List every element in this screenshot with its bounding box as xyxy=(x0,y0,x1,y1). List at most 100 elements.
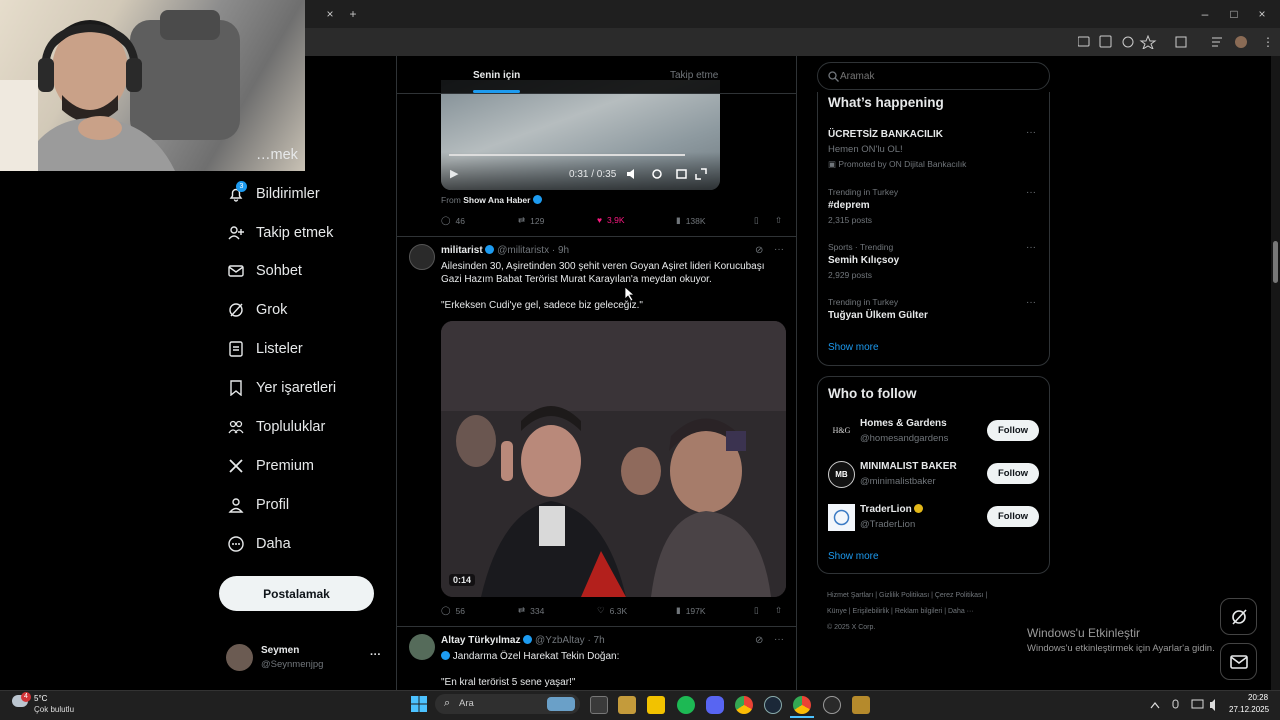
footer-line[interactable]: Hizmet Şartları | Gizlilik Politikası | … xyxy=(827,588,1047,604)
follow-button[interactable]: Follow xyxy=(987,463,1039,484)
repost-button[interactable]: ⇄ 129 xyxy=(518,215,544,226)
tab-for-you[interactable]: Senin için xyxy=(473,70,520,81)
bookmark-icon[interactable]: ▯ xyxy=(754,605,759,616)
search-box[interactable] xyxy=(817,62,1050,90)
nav-premium[interactable]: Premium xyxy=(228,454,314,478)
scrollbar-thumb[interactable] xyxy=(1273,241,1278,283)
account-handle[interactable]: @TraderLion xyxy=(860,519,915,530)
views-stat[interactable]: ▮ 197K xyxy=(676,605,706,616)
avatar[interactable] xyxy=(409,634,435,660)
app-icon[interactable] xyxy=(852,696,870,714)
show-more-link[interactable]: Show more xyxy=(828,551,879,562)
chrome-icon[interactable] xyxy=(793,696,811,714)
app-icon[interactable] xyxy=(823,696,841,714)
avatar[interactable]: H&G xyxy=(828,417,855,444)
nav-follow[interactable]: Takip etmek xyxy=(228,221,333,245)
clock-date[interactable]: 27.12.2025 xyxy=(1229,705,1269,714)
close-window-icon[interactable]: × xyxy=(1252,4,1272,24)
tweet-video[interactable]: ▶ 0:31 / 0:35 xyxy=(441,80,720,190)
close-tab-icon[interactable]: × xyxy=(320,4,340,24)
tweet-time[interactable]: · 9h xyxy=(552,245,569,256)
maximize-icon[interactable]: □ xyxy=(1224,4,1244,24)
nav-notifications[interactable]: 3 Bildirimler xyxy=(228,181,320,206)
browser-extension-icons[interactable] xyxy=(1078,35,1248,49)
account-switcher[interactable]: Seymen @Seynmenjpg ··· xyxy=(226,643,386,673)
system-tray-icons[interactable] xyxy=(1148,698,1238,712)
spotify-icon[interactable] xyxy=(677,696,695,714)
trend-item[interactable]: Trending in Turkey #deprem 2,315 posts ·… xyxy=(818,182,1049,230)
clock-time[interactable]: 20:28 xyxy=(1248,693,1268,702)
avatar[interactable]: MB xyxy=(828,461,855,488)
reply-button[interactable]: ◯ 56 xyxy=(441,605,465,616)
more-icon[interactable]: ··· xyxy=(1026,242,1036,253)
avatar[interactable] xyxy=(828,504,855,531)
more-icon[interactable]: ··· xyxy=(1026,187,1036,198)
video-progress-bar[interactable] xyxy=(449,154,685,156)
account-handle[interactable]: @homesandgardens xyxy=(860,433,948,444)
taskbar-search[interactable]: ⌕ Ara xyxy=(435,694,580,714)
task-view-icon[interactable] xyxy=(590,696,608,714)
repost-button[interactable]: ⇄ 334 xyxy=(518,605,544,616)
more-icon[interactable]: ··· xyxy=(774,244,784,255)
nav-lists[interactable]: Listeler xyxy=(228,337,303,361)
more-icon[interactable]: ··· xyxy=(1026,297,1036,308)
trend-item[interactable]: ÜCRETSİZ BANKACILIK Hemen ON'lu OL! ▣ Pr… xyxy=(818,124,1049,172)
play-icon[interactable]: ▶ xyxy=(450,167,458,180)
video-control-icons[interactable] xyxy=(627,168,713,180)
more-icon[interactable]: ··· xyxy=(1026,127,1036,138)
reply-button[interactable]: ◯ 46 xyxy=(441,215,465,226)
more-icon[interactable]: ··· xyxy=(774,634,784,645)
nav-more[interactable]: Daha xyxy=(228,532,291,556)
post-button[interactable]: Postalamak xyxy=(219,576,374,611)
search-input[interactable] xyxy=(840,68,1040,84)
author-name[interactable]: militarist xyxy=(441,245,483,256)
nav-communities[interactable]: Topluluklar xyxy=(228,415,325,439)
nav-explore[interactable]: …mek xyxy=(228,143,298,167)
account-handle[interactable]: @minimalistbaker xyxy=(860,476,936,487)
bookmark-icon[interactable]: ▯ xyxy=(754,215,759,226)
trend-item[interactable]: Sports · Trending Semih Kılıçsoy 2,929 p… xyxy=(818,237,1049,285)
nav-bookmarks[interactable]: Yer işaretleri xyxy=(228,376,336,400)
author-name[interactable]: Altay Türkyılmaz xyxy=(441,635,520,646)
chrome-icon[interactable] xyxy=(735,696,753,714)
show-more-link[interactable]: Show more xyxy=(828,342,879,353)
mouse-cursor-icon xyxy=(624,286,636,302)
share-icon[interactable]: ⇧ xyxy=(775,605,782,616)
tab-following[interactable]: Takip etme xyxy=(670,70,718,81)
nav-profile[interactable]: Profil xyxy=(228,493,289,517)
windows-start-icon[interactable] xyxy=(411,696,427,712)
trend-item[interactable]: Trending in Turkey Tuğyan Ülkem Gülter ·… xyxy=(818,292,1049,328)
avatar[interactable] xyxy=(409,244,435,270)
grok-float-button[interactable] xyxy=(1220,598,1257,635)
account-name[interactable]: Homes & Gardens xyxy=(860,418,947,429)
discord-icon[interactable] xyxy=(706,696,724,714)
like-button[interactable]: ♥ 3,9K xyxy=(597,215,625,225)
new-tab-icon[interactable]: + xyxy=(343,4,363,24)
tweet-video[interactable]: 0:14 xyxy=(441,321,786,597)
minimize-icon[interactable]: – xyxy=(1195,4,1215,24)
grok-icon[interactable]: ⊘ xyxy=(755,635,763,646)
account-name[interactable]: MINIMALIST BAKER xyxy=(860,461,957,472)
app-icon[interactable] xyxy=(618,696,636,714)
file-explorer-icon[interactable] xyxy=(647,696,665,714)
follow-button[interactable]: Follow xyxy=(987,420,1039,441)
like-button[interactable]: ♡ 6.3K xyxy=(597,605,627,616)
steam-icon[interactable] xyxy=(764,696,782,714)
messages-float-button[interactable] xyxy=(1220,643,1257,680)
footer-line[interactable]: Künye | Erişilebilirlik | Reklam bilgile… xyxy=(827,604,1047,620)
browser-menu-icon[interactable]: ⋮ xyxy=(1258,32,1278,52)
nav-grok[interactable]: Grok xyxy=(228,298,287,322)
follow-button[interactable]: Follow xyxy=(987,506,1039,527)
tweet-time[interactable]: · 7h xyxy=(587,635,604,646)
account-more-icon[interactable]: ··· xyxy=(370,649,381,661)
share-icon[interactable]: ⇧ xyxy=(775,215,782,226)
scrollbar[interactable] xyxy=(1271,56,1280,690)
views-stat[interactable]: ▮ 138K xyxy=(676,215,706,226)
weather-widget[interactable]: 4 5°C Çok bulutlu xyxy=(10,692,80,717)
nav-chat[interactable]: Sohbet xyxy=(228,259,302,283)
author-handle[interactable]: @YzbAltay xyxy=(535,635,585,646)
grok-icon[interactable]: ⊘ xyxy=(755,245,763,256)
account-name[interactable]: TraderLion xyxy=(860,504,924,515)
author-handle[interactable]: @militaristx xyxy=(497,245,549,256)
source-name[interactable]: Show Ana Haber xyxy=(463,195,530,205)
